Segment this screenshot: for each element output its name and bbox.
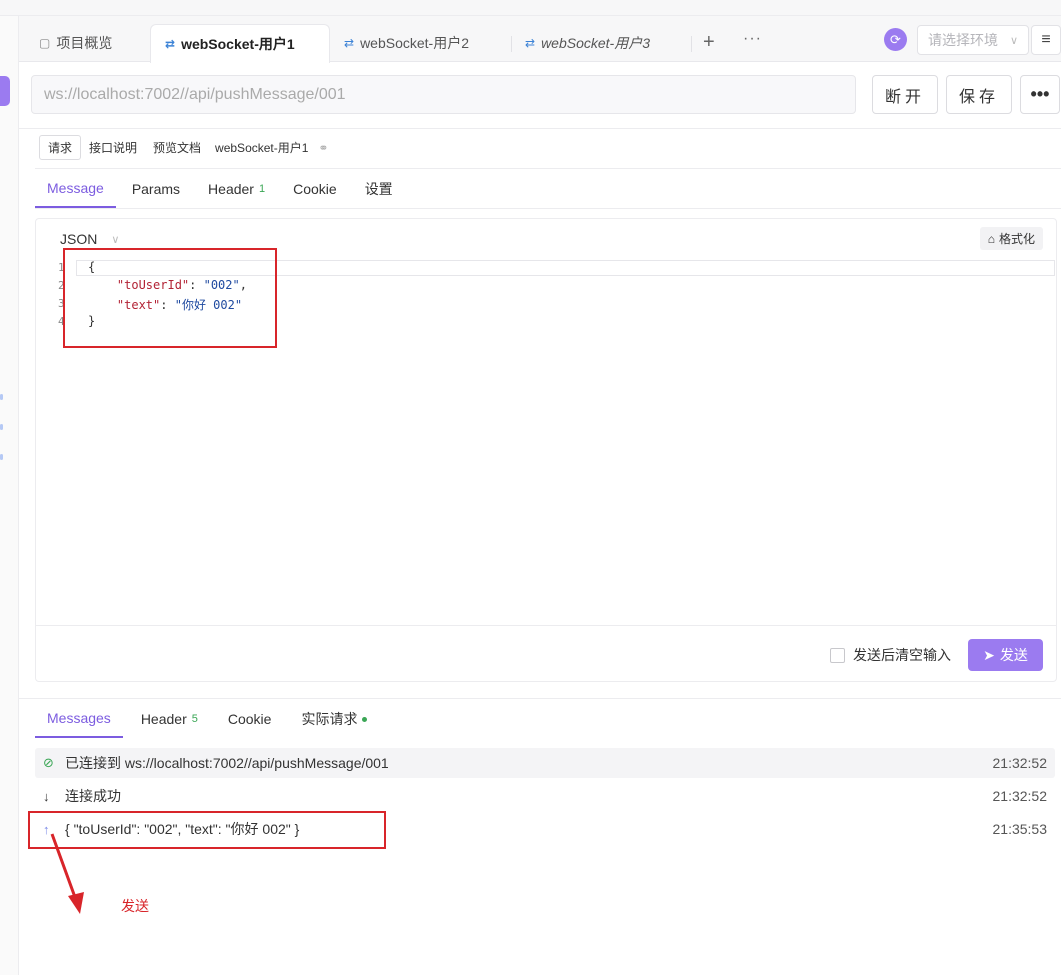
overview-icon: ▢ [39,36,51,50]
divider [36,625,1056,626]
message-row[interactable]: ↓ 连接成功 21:32:52 [35,781,1055,811]
save-button[interactable]: 保存 [946,75,1012,114]
divider [35,168,1061,169]
add-tab-button[interactable]: + [703,31,715,54]
annotation-label: 发送 [121,898,149,914]
sync-icon[interactable]: ⟳ [884,28,907,51]
response-tabs: Messages Header 5 Cookie 实际请求 [35,700,385,738]
body-format-select[interactable]: JSON ∨ [60,231,119,247]
divider [19,698,1061,699]
header-count-badge: 5 [191,713,198,725]
send-icon: ➤ [983,646,995,663]
left-rail-dot [0,454,3,460]
disconnect-button[interactable]: 断开 [872,75,938,114]
check-circle-icon: ⊘ [43,755,54,770]
tab-message[interactable]: Message [35,170,116,208]
menu-button[interactable]: ≡ [1031,25,1061,55]
tab-project-overview[interactable]: ▢ 项目概览 [25,24,126,62]
message-row[interactable]: ⊘ 已连接到 ws://localhost:7002//api/pushMess… [35,748,1055,778]
chevron-down-icon: ∨ [111,233,120,246]
tab-messages[interactable]: Messages [35,700,123,738]
clear-after-send-option[interactable]: 发送后清空输入 [830,645,951,665]
tab-separator [691,36,692,52]
left-rail-dot [0,394,3,400]
tab-websocket-user3[interactable]: ⇄ webSocket-用户3 [511,24,664,62]
websocket-icon: ⇄ [165,37,176,51]
message-config-tabs: Message Params Header 1 Cookie 设置 [35,170,405,208]
tab-websocket-user2[interactable]: ⇄ webSocket-用户2 [330,24,483,62]
left-rail [0,16,19,975]
tab-cookie[interactable]: Cookie [281,170,349,208]
tab-bar: ▢ 项目概览 ⇄ webSocket-用户1 ⇄ webSocket-用户2 ⇄… [19,16,1061,63]
subtab-preview-doc[interactable]: 预览文档 [145,135,209,160]
environment-select[interactable]: 请选择环境 ∨ [917,25,1029,55]
websocket-url-input[interactable]: ws://localhost:7002//api/pushMessage/001 [31,75,856,114]
tab-params[interactable]: Params [120,170,192,208]
request-title: webSocket-用户1 [215,141,309,155]
chevron-down-icon: ∨ [1009,34,1018,47]
request-subtabs: 请求 接口说明 预览文档 webSocket-用户1 ⚭ [39,135,328,160]
left-rail-dot [0,424,3,430]
format-icon: ⌂ [987,231,995,246]
tab-response-cookie[interactable]: Cookie [216,700,284,738]
status-dot [362,716,368,722]
divider [19,128,1061,129]
arrow-down-icon: ↓ [43,788,50,804]
format-button[interactable]: ⌂ 格式化 [979,227,1043,250]
websocket-icon: ⇄ [344,36,355,50]
subtab-api-description[interactable]: 接口说明 [81,135,145,160]
top-strip [0,0,1061,16]
websocket-icon: ⇄ [525,36,536,50]
tab-websocket-user1[interactable]: ⇄ webSocket-用户1 [150,24,330,63]
more-tabs-button[interactable]: ··· [743,30,762,48]
divider [35,208,1061,209]
left-rail-active-indicator[interactable] [0,76,10,106]
more-options-button[interactable]: ••• [1020,75,1060,114]
annotation-arrow [50,833,84,914]
tab-actual-request[interactable]: 实际请求 [289,700,379,738]
tab-header[interactable]: Header 1 [196,170,277,208]
header-count-badge: 1 [258,183,266,195]
annotation-box [63,248,277,348]
subtab-request[interactable]: 请求 [39,135,82,160]
link-icon[interactable]: ⚭ [318,141,328,155]
clear-after-send-checkbox[interactable] [830,647,845,663]
tab-settings[interactable]: 设置 [353,170,405,208]
tab-response-header[interactable]: Header 5 [129,700,210,738]
send-button[interactable]: ➤ 发送 [968,639,1043,671]
